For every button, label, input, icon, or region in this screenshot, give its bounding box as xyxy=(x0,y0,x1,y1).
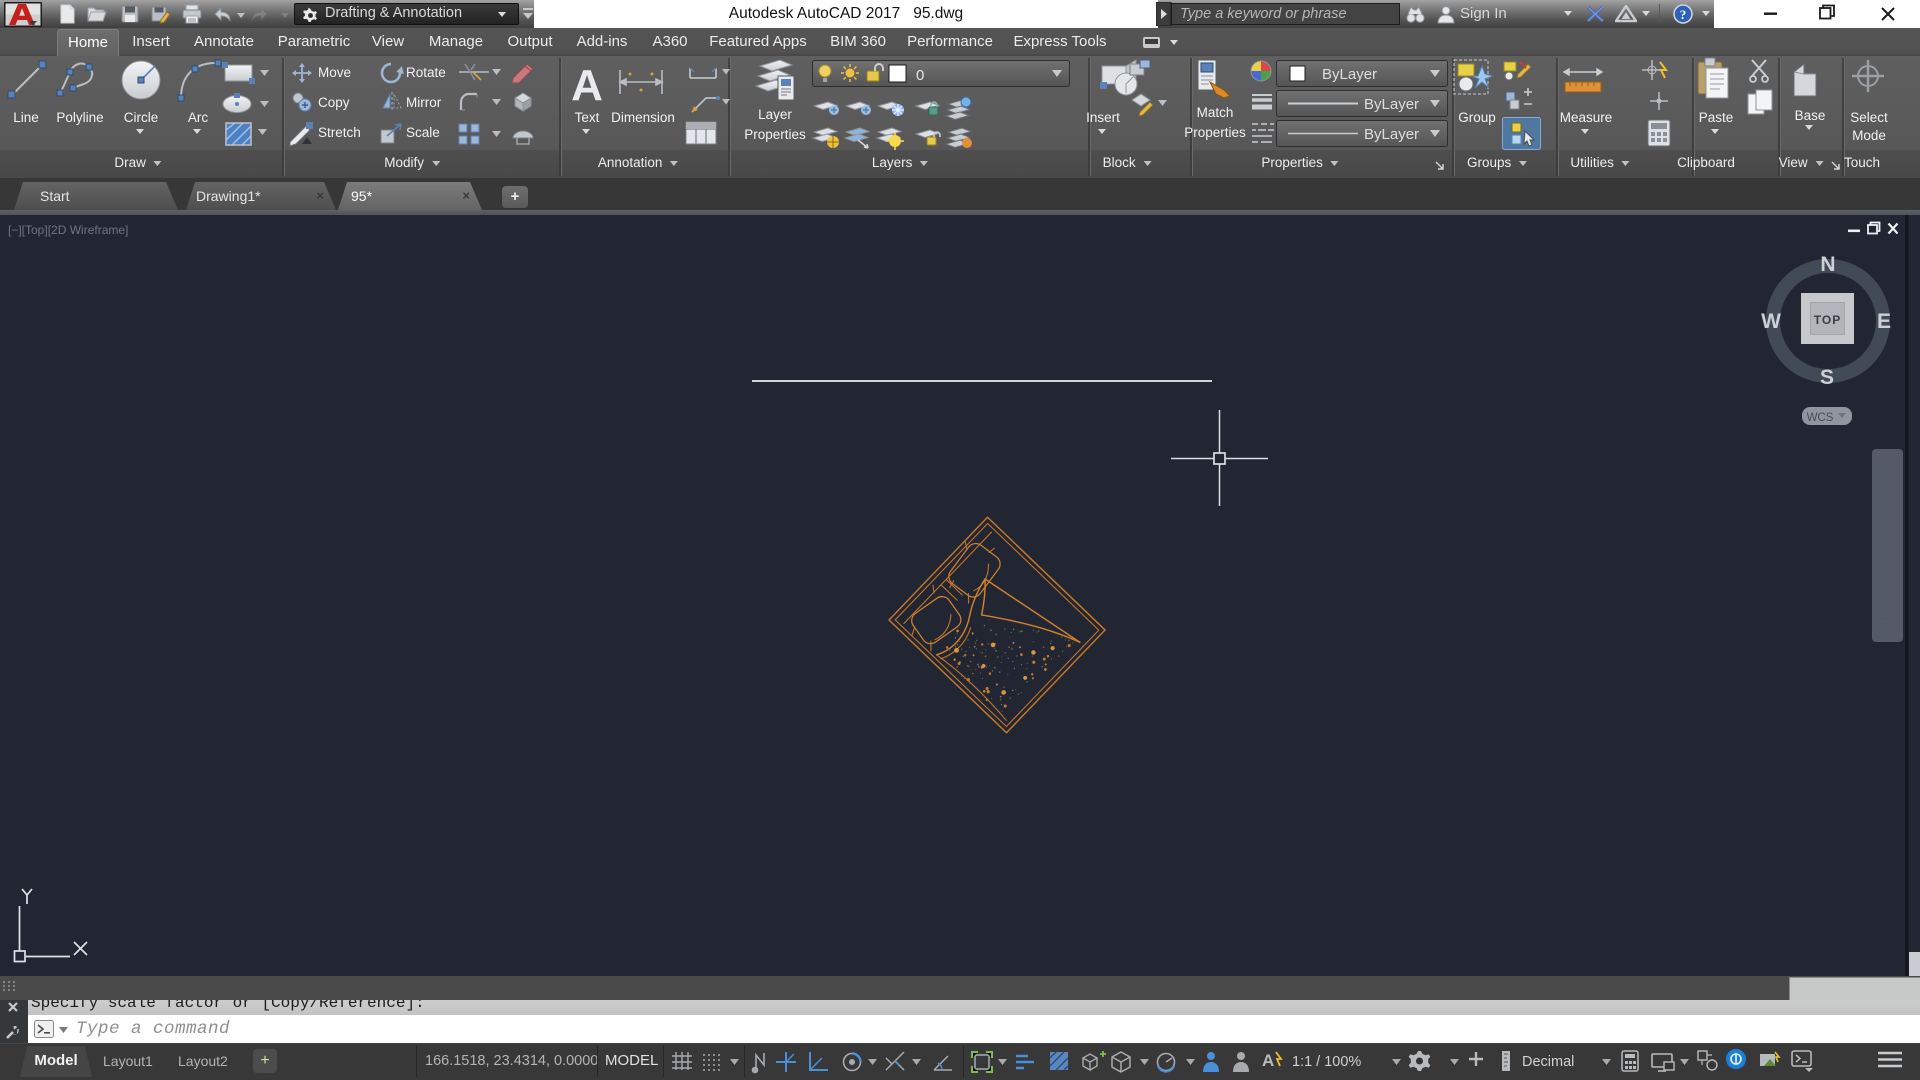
svg-text:A: A xyxy=(571,61,603,110)
svg-text:ByLayer: ByLayer xyxy=(1322,66,1377,83)
svg-text:WCS: WCS xyxy=(1807,412,1834,424)
svg-text:E: E xyxy=(1877,310,1891,333)
svg-text:?: ? xyxy=(1680,7,1687,22)
svg-text:[−][Top][2D Wireframe]: [−][Top][2D Wireframe] xyxy=(8,223,128,237)
svg-text:Decimal: Decimal xyxy=(1522,1054,1574,1070)
svg-text:N: N xyxy=(1820,253,1835,276)
svg-text:1:1 / 100%: 1:1 / 100% xyxy=(1292,1054,1361,1070)
svg-text:S: S xyxy=(1820,366,1834,389)
svg-text:W: W xyxy=(1761,310,1781,333)
svg-text:0: 0 xyxy=(916,67,924,84)
svg-text:ByLayer: ByLayer xyxy=(1364,126,1419,143)
svg-text:A: A xyxy=(1262,1051,1274,1070)
svg-text:ByLayer: ByLayer xyxy=(1364,96,1419,113)
svg-text:TOP: TOP xyxy=(1814,313,1841,327)
